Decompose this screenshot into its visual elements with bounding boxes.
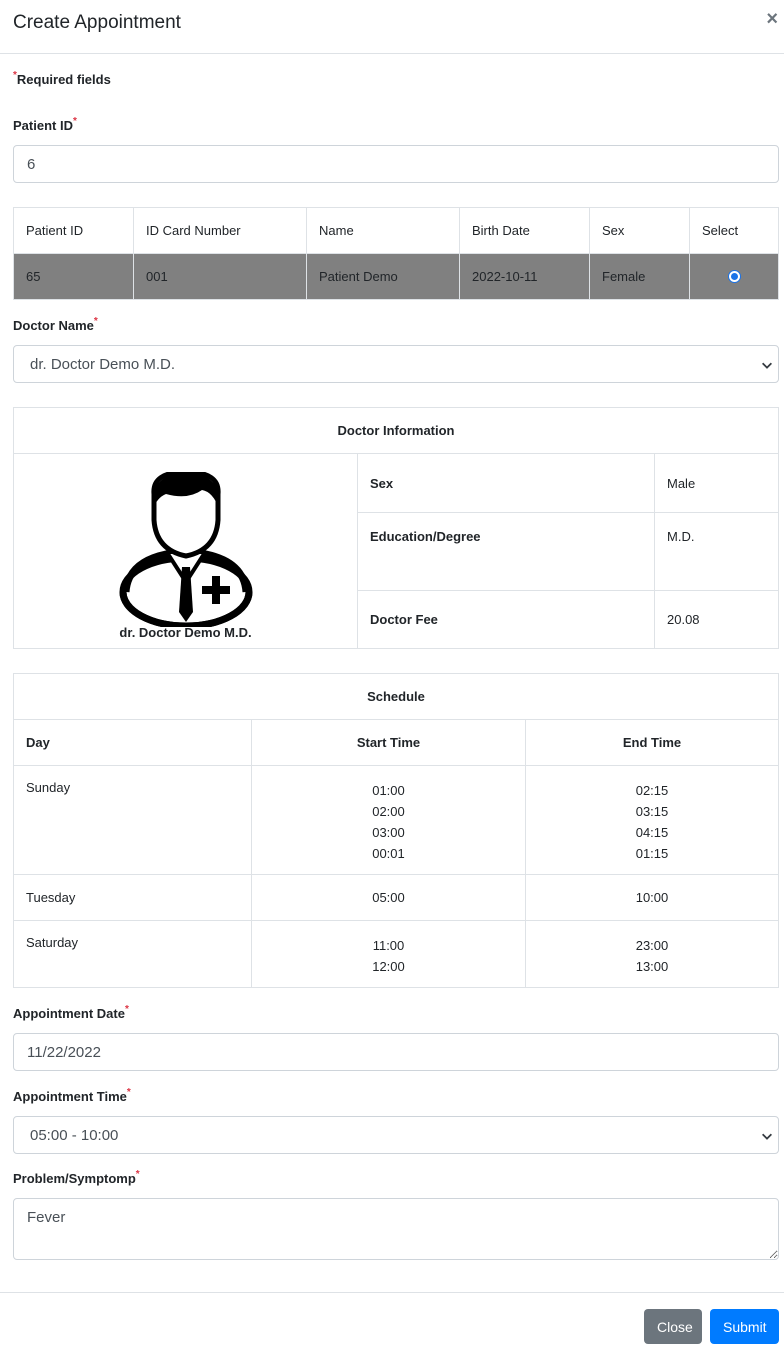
- patient-table-header: Patient ID ID Card Number Name Birth Dat…: [13, 207, 779, 254]
- patient-id-label: Patient ID*: [13, 116, 77, 133]
- select-radio[interactable]: [727, 270, 741, 283]
- schedule-start: 05:00: [251, 874, 526, 921]
- problem-label: Problem/Symptomp*: [13, 1169, 140, 1186]
- doctor-fee-key: Doctor Fee: [357, 590, 655, 649]
- doctor-info-table: Doctor Information dr. Doctor Demo M.D. …: [13, 407, 779, 649]
- table-row: Tuesday 05:00 10:00: [13, 874, 779, 921]
- appointment-date-input[interactable]: 11/22/2022: [13, 1033, 779, 1071]
- patient-table: Patient ID ID Card Number Name Birth Dat…: [13, 207, 779, 300]
- cell-patient-id: 65: [13, 253, 134, 300]
- col-day: Day: [13, 719, 252, 766]
- doctor-avatar-icon: [115, 472, 256, 627]
- schedule-end: 23:00 13:00: [525, 920, 779, 988]
- table-row: Saturday 11:00 12:00 23:00 13:00: [13, 920, 779, 988]
- required-fields-note: *Required fields: [13, 70, 111, 87]
- doctor-info-title: Doctor Information: [13, 407, 779, 454]
- appointment-time-value: 05:00 - 10:00: [30, 1126, 119, 1144]
- col-id-card: ID Card Number: [133, 207, 307, 254]
- doctor-name-select[interactable]: dr. Doctor Demo M.D.: [13, 345, 779, 383]
- col-start-time: Start Time: [251, 719, 526, 766]
- doctor-caption: dr. Doctor Demo M.D.: [119, 625, 252, 640]
- cell-sex: Female: [589, 253, 690, 300]
- close-button[interactable]: Close: [644, 1309, 702, 1344]
- schedule-title: Schedule: [13, 673, 779, 720]
- doctor-education-value: M.D.: [654, 512, 779, 591]
- doctor-education-key: Education/Degree: [357, 512, 655, 591]
- col-end-time: End Time: [525, 719, 779, 766]
- close-icon[interactable]: ×: [766, 8, 778, 31]
- schedule-start: 01:00 02:00 03:00 00:01: [251, 765, 526, 875]
- submit-button[interactable]: Submit: [710, 1309, 779, 1344]
- chevron-down-icon: [762, 1133, 772, 1140]
- table-row[interactable]: 65 001 Patient Demo 2022-10-11 Female: [13, 253, 779, 300]
- table-row: Sunday 01:00 02:00 03:00 00:01 02:15 03:15 04…: [13, 765, 779, 875]
- doctor-photo-cell: dr. Doctor Demo M.D.: [13, 453, 358, 649]
- col-sex: Sex: [589, 207, 690, 254]
- doctor-fee-value: 20.08: [654, 590, 779, 649]
- doctor-sex-key: Sex: [357, 453, 655, 513]
- doctor-name-label: Doctor Name*: [13, 316, 98, 333]
- schedule-end: 02:15 03:15 04:15 01:15: [525, 765, 779, 875]
- col-patient-id: Patient ID: [13, 207, 134, 254]
- cell-id-card: 001: [133, 253, 307, 300]
- schedule-day: Sunday: [13, 765, 252, 875]
- col-select: Select: [689, 207, 779, 254]
- problem-textarea[interactable]: Fever: [13, 1198, 779, 1260]
- required-asterisk: *: [13, 70, 17, 81]
- appointment-date-label: Appointment Date*: [13, 1004, 129, 1021]
- cell-birth-date: 2022-10-11: [459, 253, 590, 300]
- schedule-start: 11:00 12:00: [251, 920, 526, 988]
- doctor-sex-value: Male: [654, 453, 779, 513]
- cell-name: Patient Demo: [306, 253, 460, 300]
- patient-id-input[interactable]: 6: [13, 145, 779, 183]
- modal-header: Create Appointment ×: [0, 0, 784, 54]
- col-birth-date: Birth Date: [459, 207, 590, 254]
- schedule-day: Tuesday: [13, 874, 252, 921]
- appointment-time-select[interactable]: 05:00 - 10:00: [13, 1116, 779, 1154]
- modal-title: Create Appointment: [13, 12, 181, 33]
- chevron-down-icon: [762, 362, 772, 369]
- schedule-table: Schedule Day Start Time End Time Sunday …: [13, 673, 779, 988]
- appointment-time-label: Appointment Time*: [13, 1087, 131, 1104]
- col-name: Name: [306, 207, 460, 254]
- schedule-day: Saturday: [13, 920, 252, 988]
- cell-select: [689, 253, 779, 300]
- schedule-end: 10:00: [525, 874, 779, 921]
- doctor-name-value: dr. Doctor Demo M.D.: [30, 355, 176, 373]
